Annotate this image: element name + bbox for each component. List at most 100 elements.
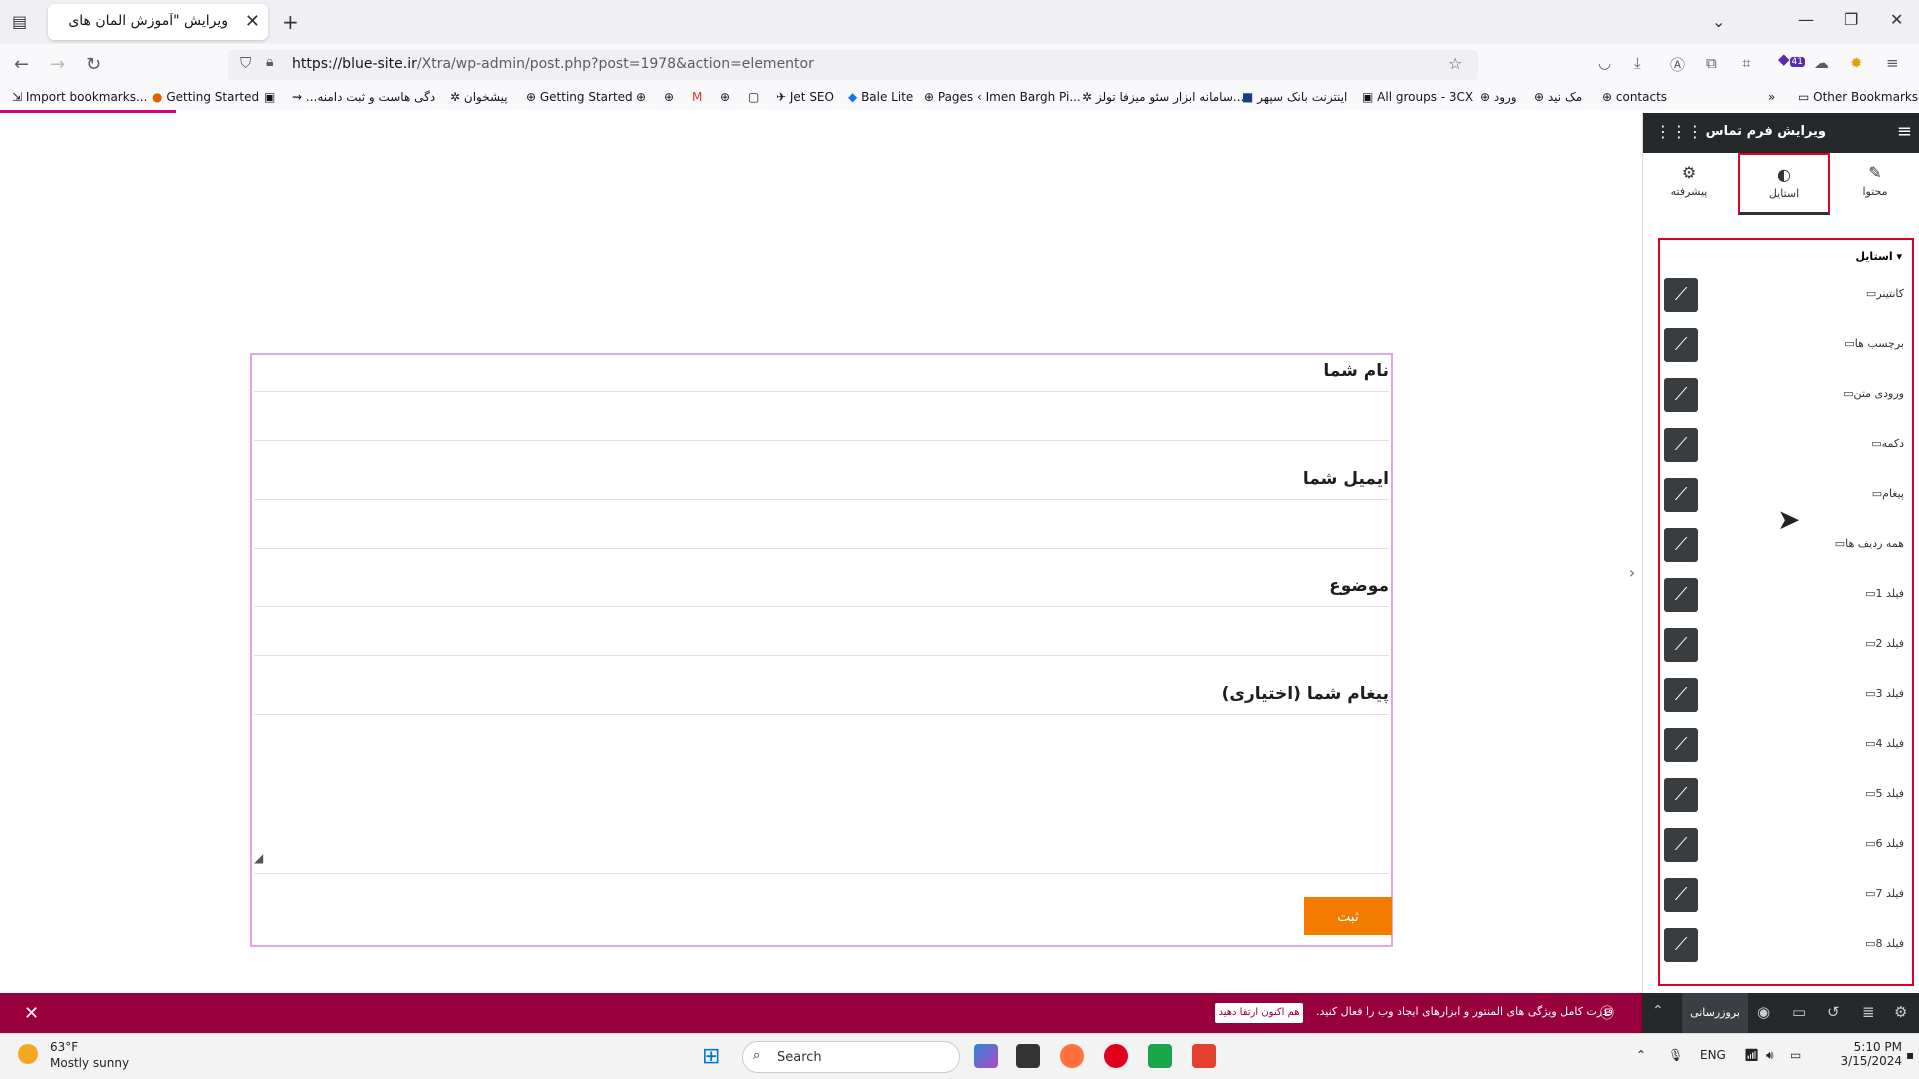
history-icon[interactable]: ↺ xyxy=(1827,1003,1840,1021)
volume-icon[interactable]: 🔊︎ xyxy=(1766,1048,1774,1063)
restore-icon[interactable]: ❐ xyxy=(1844,10,1858,29)
edit-icon[interactable]: ⟋ xyxy=(1664,628,1698,662)
bookmark-star-icon[interactable]: ☆ xyxy=(1448,54,1462,73)
account-icon[interactable]: Ⓐ xyxy=(1670,54,1685,75)
bookmark-3cx[interactable]: ▣ All groups - 3CX xyxy=(1362,90,1473,104)
edit-icon[interactable]: ⟋ xyxy=(1664,378,1698,412)
textarea-resize-icon[interactable]: ◢ xyxy=(254,851,263,865)
edit-icon[interactable]: ⟋ xyxy=(1664,328,1698,362)
bookmark-getting-started[interactable]: ● Getting Started xyxy=(152,90,259,104)
style-row[interactable]: ⟋ فیلد 4▭ xyxy=(1660,720,1912,770)
desktop-icon[interactable]: ▭ xyxy=(1865,937,1875,950)
cloud-icon[interactable]: ☁ xyxy=(1814,54,1829,72)
bookmark-bale-lite[interactable]: ◆ Bale Lite xyxy=(848,90,913,104)
style-row[interactable]: ⟋ ورودی متن▭ xyxy=(1660,370,1912,420)
style-row[interactable]: ⟋ فیلد 2▭ xyxy=(1660,620,1912,670)
firefox-app-icon[interactable] xyxy=(1060,1044,1084,1068)
bookmark-host-domain[interactable]: ⇝ ...دگی هاست و ثبت دامنه xyxy=(292,90,435,104)
bookmark-mac-nid[interactable]: ⊕ مک نید xyxy=(1534,90,1582,104)
opera-app-icon[interactable] xyxy=(1104,1044,1128,1068)
update-button[interactable]: بروزرسانی xyxy=(1682,993,1748,1033)
camtasia-green-icon[interactable] xyxy=(1148,1044,1172,1068)
wifi-icon[interactable]: 📶︎ xyxy=(1744,1048,1759,1062)
bookmark-gmail-icon[interactable]: M xyxy=(692,90,702,104)
other-bookmarks[interactable]: ▭ Other Bookmarks xyxy=(1798,90,1918,104)
notification-icon[interactable]: ▪ xyxy=(1906,1048,1914,1062)
bookmark-login[interactable]: ⊕ ورود xyxy=(1480,90,1517,104)
system-clock[interactable]: 5:10 PM 3/15/2024 xyxy=(1822,1040,1902,1068)
bookmark-pages-imen[interactable]: ⊕ Pages ‹ Imen Bargh Pi... xyxy=(924,90,1081,104)
bookmark-globe-icon[interactable]: ⊕ xyxy=(636,90,646,104)
bookmark-app-icon[interactable]: ▢ xyxy=(748,90,759,104)
name-input[interactable] xyxy=(254,391,1389,441)
edit-icon[interactable]: ⟋ xyxy=(1664,728,1698,762)
email-input[interactable] xyxy=(254,499,1389,549)
file-explorer-icon[interactable] xyxy=(1016,1044,1040,1068)
window-close-icon[interactable]: ✕ xyxy=(1890,10,1903,29)
back-icon[interactable]: ← xyxy=(14,54,29,75)
bookmark-dashboard[interactable]: ✲ پیشخوان xyxy=(450,90,508,104)
lock-icon[interactable]: 🔒︎ xyxy=(266,54,273,70)
forward-icon[interactable]: → xyxy=(50,54,65,75)
app-menu-icon[interactable]: ≡ xyxy=(1886,54,1899,72)
submit-button[interactable]: ثبت xyxy=(1304,897,1392,935)
tab-content[interactable]: ✎ محتوا xyxy=(1830,153,1919,215)
preview-eye-icon[interactable]: ◉ xyxy=(1757,1003,1770,1021)
desktop-icon[interactable]: ▭ xyxy=(1835,537,1845,550)
desktop-icon[interactable]: ▭ xyxy=(1865,637,1875,650)
edit-icon[interactable]: ⟋ xyxy=(1664,278,1698,312)
bookmark-globe-icon-3[interactable]: ⊕ xyxy=(720,90,730,104)
desktop-icon[interactable]: ▭ xyxy=(1843,387,1853,400)
bookmarks-overflow-icon[interactable]: » xyxy=(1768,90,1775,104)
desktop-icon[interactable]: ▭ xyxy=(1865,587,1875,600)
minimize-icon[interactable]: — xyxy=(1798,10,1814,29)
close-banner-icon[interactable]: ✕ xyxy=(24,1003,39,1024)
desktop-icon[interactable]: ▭ xyxy=(1865,887,1875,900)
taskbar-search[interactable]: ⌕ Search xyxy=(742,1041,960,1073)
section-toggle[interactable]: ▾ استایل xyxy=(1855,250,1902,263)
tab-overflow-chevron-icon[interactable]: ⌄ xyxy=(1712,12,1725,31)
style-row[interactable]: ⟋ برچسب ها▭ xyxy=(1660,320,1912,370)
style-row[interactable]: ⟋ فیلد 5▭ xyxy=(1660,770,1912,820)
bookmark-import[interactable]: ⇲ Import bookmarks... xyxy=(12,90,147,104)
chevron-up-icon[interactable]: ⌃ xyxy=(1652,1003,1664,1019)
desktop-icon[interactable]: ▭ xyxy=(1865,787,1875,800)
bookmark-contacts[interactable]: ⊕ contacts xyxy=(1602,90,1667,104)
battery-icon[interactable]: ▭ xyxy=(1790,1048,1801,1062)
edit-icon[interactable]: ⟋ xyxy=(1664,578,1698,612)
browser-tab-active[interactable]: ویرایش "آموزش المان های اکسترا – ... ✕ xyxy=(48,4,268,40)
style-row[interactable]: ⟋ فیلد 3▭ xyxy=(1660,670,1912,720)
windows-start-icon[interactable]: ⊞ xyxy=(702,1044,726,1069)
widgets-grid-icon[interactable]: ⋮⋮⋮ xyxy=(1655,122,1703,141)
bookmark-folder-icon[interactable]: ▣ xyxy=(264,90,275,104)
subject-input[interactable] xyxy=(254,606,1389,656)
downloads-icon[interactable]: ⤓ xyxy=(1634,54,1641,72)
desktop-icon[interactable]: ▭ xyxy=(1871,437,1881,450)
tab-close-icon[interactable]: ✕ xyxy=(245,11,260,32)
desktop-icon[interactable]: ▭ xyxy=(1865,687,1875,700)
edit-icon[interactable]: ⟋ xyxy=(1664,878,1698,912)
tab-advanced[interactable]: ⚙ پیشرفته xyxy=(1644,153,1734,215)
copilot-app-icon[interactable] xyxy=(974,1044,998,1068)
microphone-icon[interactable]: 🎙︎ xyxy=(1668,1048,1683,1062)
address-bar[interactable]: ⛉ 🔒︎ https://blue-site.ir/Xtra/wp-admin/… xyxy=(228,50,1478,80)
tray-overflow-icon[interactable]: ⌃ xyxy=(1636,1048,1646,1062)
pocket-icon[interactable]: ◡ xyxy=(1598,54,1611,72)
contact-form-widget[interactable]: نام شما ایمیل شما موضوع پیغام شما (اختیا… xyxy=(250,353,1393,947)
desktop-icon[interactable]: ▭ xyxy=(1865,837,1875,850)
crop-icon[interactable]: ⌗ xyxy=(1742,54,1750,72)
style-row[interactable]: ⟋ فیلد 6▭ xyxy=(1660,820,1912,870)
reload-icon[interactable]: ↻ xyxy=(86,54,101,75)
tab-style[interactable]: ◐ استایل xyxy=(1738,153,1830,215)
edit-icon[interactable]: ⟋ xyxy=(1664,428,1698,462)
edit-icon[interactable]: ⟋ xyxy=(1664,678,1698,712)
style-row[interactable]: ⟋ فیلد 8▭ xyxy=(1660,920,1912,970)
edit-icon[interactable]: ⟋ xyxy=(1664,778,1698,812)
bookmark-seo-tools[interactable]: ✲ سامانه ابزار سئو میزفا تولز... xyxy=(1082,90,1244,104)
camtasia-red-icon[interactable] xyxy=(1192,1044,1216,1068)
navigator-layers-icon[interactable]: ≣ xyxy=(1862,1003,1875,1021)
message-textarea[interactable] xyxy=(254,714,1389,874)
edit-icon[interactable]: ⟋ xyxy=(1664,928,1698,962)
shield-icon[interactable]: ⛉ xyxy=(240,54,251,72)
style-row[interactable]: ⟋ کانتینر▭ xyxy=(1660,270,1912,320)
